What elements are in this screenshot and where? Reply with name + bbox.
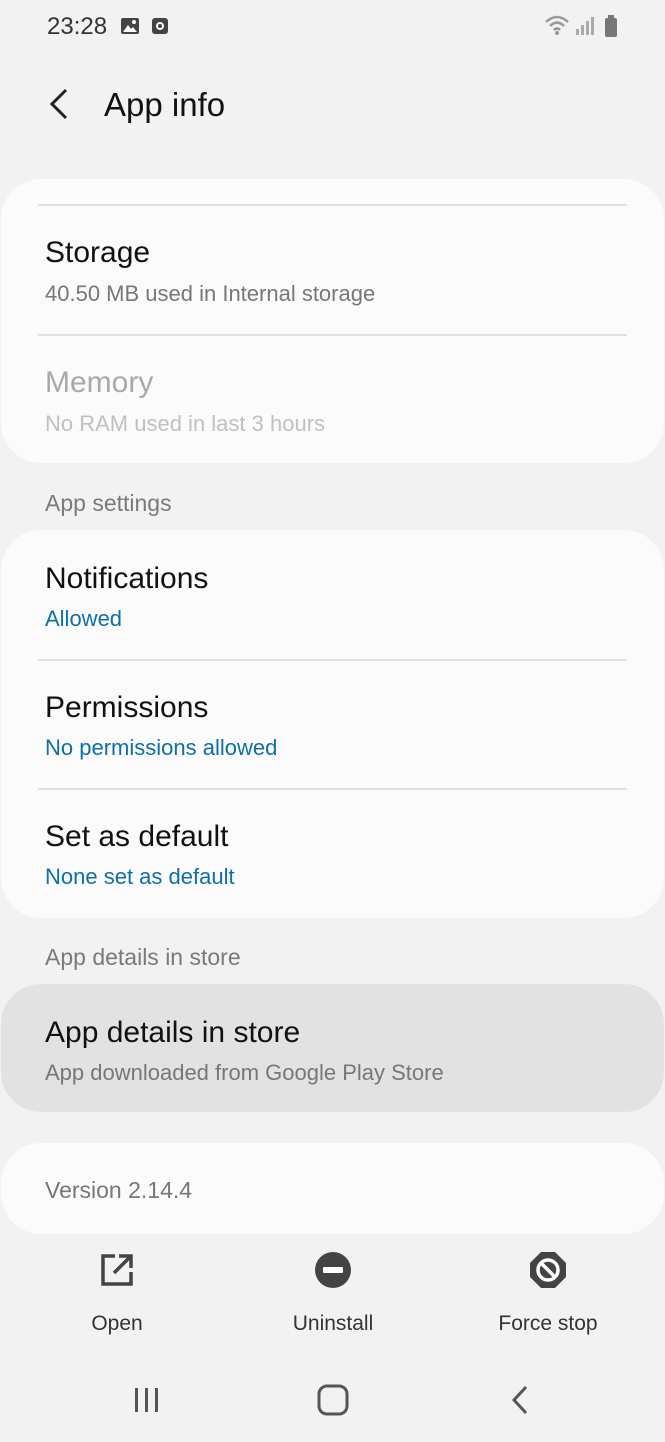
back-arrow-icon [49, 88, 68, 120]
back-button[interactable] [38, 82, 82, 126]
store-title: App details in store [45, 1016, 301, 1049]
store-section-label: App details in store [45, 944, 241, 970]
recents-button[interactable] [123, 1380, 171, 1420]
screen-record-icon [151, 16, 169, 41]
wifi-icon [544, 14, 570, 41]
open-button[interactable]: Open [42, 1250, 192, 1340]
back-icon [511, 1385, 528, 1415]
battery-icon [604, 14, 618, 43]
notifications-row[interactable]: Notifications Allowed [1, 530, 664, 659]
notifications-title: Notifications [45, 562, 209, 595]
page-title: App info [104, 86, 226, 123]
app-details-in-store-row[interactable]: App details in store App downloaded from… [1, 984, 664, 1112]
storage-row[interactable]: Storage 40.50 MB used in Internal storag… [1, 206, 664, 334]
navigation-bar [0, 1362, 665, 1442]
memory-subtitle: No RAM used in last 3 hours [45, 411, 326, 436]
force-stop-button[interactable]: Force stop [473, 1250, 623, 1340]
recents-icon [135, 1388, 158, 1412]
permissions-title: Permissions [45, 691, 209, 724]
image-icon [120, 16, 140, 41]
signal-icon [574, 14, 596, 41]
set-as-default-title: Set as default [45, 820, 229, 853]
open-external-icon [101, 1254, 133, 1286]
version-text: Version 2.14.4 [45, 1177, 193, 1203]
uninstall-minus-icon [315, 1252, 351, 1288]
force-stop-icon [530, 1252, 566, 1288]
permissions-status: No permissions allowed [45, 735, 278, 760]
home-icon [317, 1384, 349, 1416]
app-settings-section-label: App settings [45, 490, 172, 516]
open-label: Open [91, 1312, 143, 1335]
version-card: Version 2.14.4 [1, 1143, 664, 1234]
set-as-default-status: None set as default [45, 864, 235, 889]
app-settings-card: Notifications Allowed Permissions No per… [1, 530, 664, 918]
storage-memory-card: Storage 40.50 MB used in Internal storag… [1, 179, 664, 463]
status-time: 23:28 [47, 13, 108, 40]
store-subtitle: App downloaded from Google Play Store [45, 1060, 444, 1085]
app-bar: App info [0, 70, 665, 150]
storage-subtitle: 40.50 MB used in Internal storage [45, 281, 376, 306]
memory-row[interactable]: Memory No RAM used in last 3 hours [1, 336, 664, 463]
home-button[interactable] [309, 1380, 357, 1420]
force-stop-label: Force stop [498, 1312, 598, 1335]
notifications-status: Allowed [45, 606, 123, 631]
permissions-row[interactable]: Permissions No permissions allowed [1, 661, 664, 788]
uninstall-button[interactable]: Uninstall [258, 1250, 408, 1340]
set-as-default-row[interactable]: Set as default None set as default [1, 790, 664, 918]
memory-title: Memory [45, 366, 154, 399]
uninstall-label: Uninstall [292, 1312, 374, 1335]
status-bar: 23:28 [0, 0, 665, 56]
storage-title: Storage [45, 236, 151, 269]
nav-back-button[interactable] [496, 1380, 544, 1420]
